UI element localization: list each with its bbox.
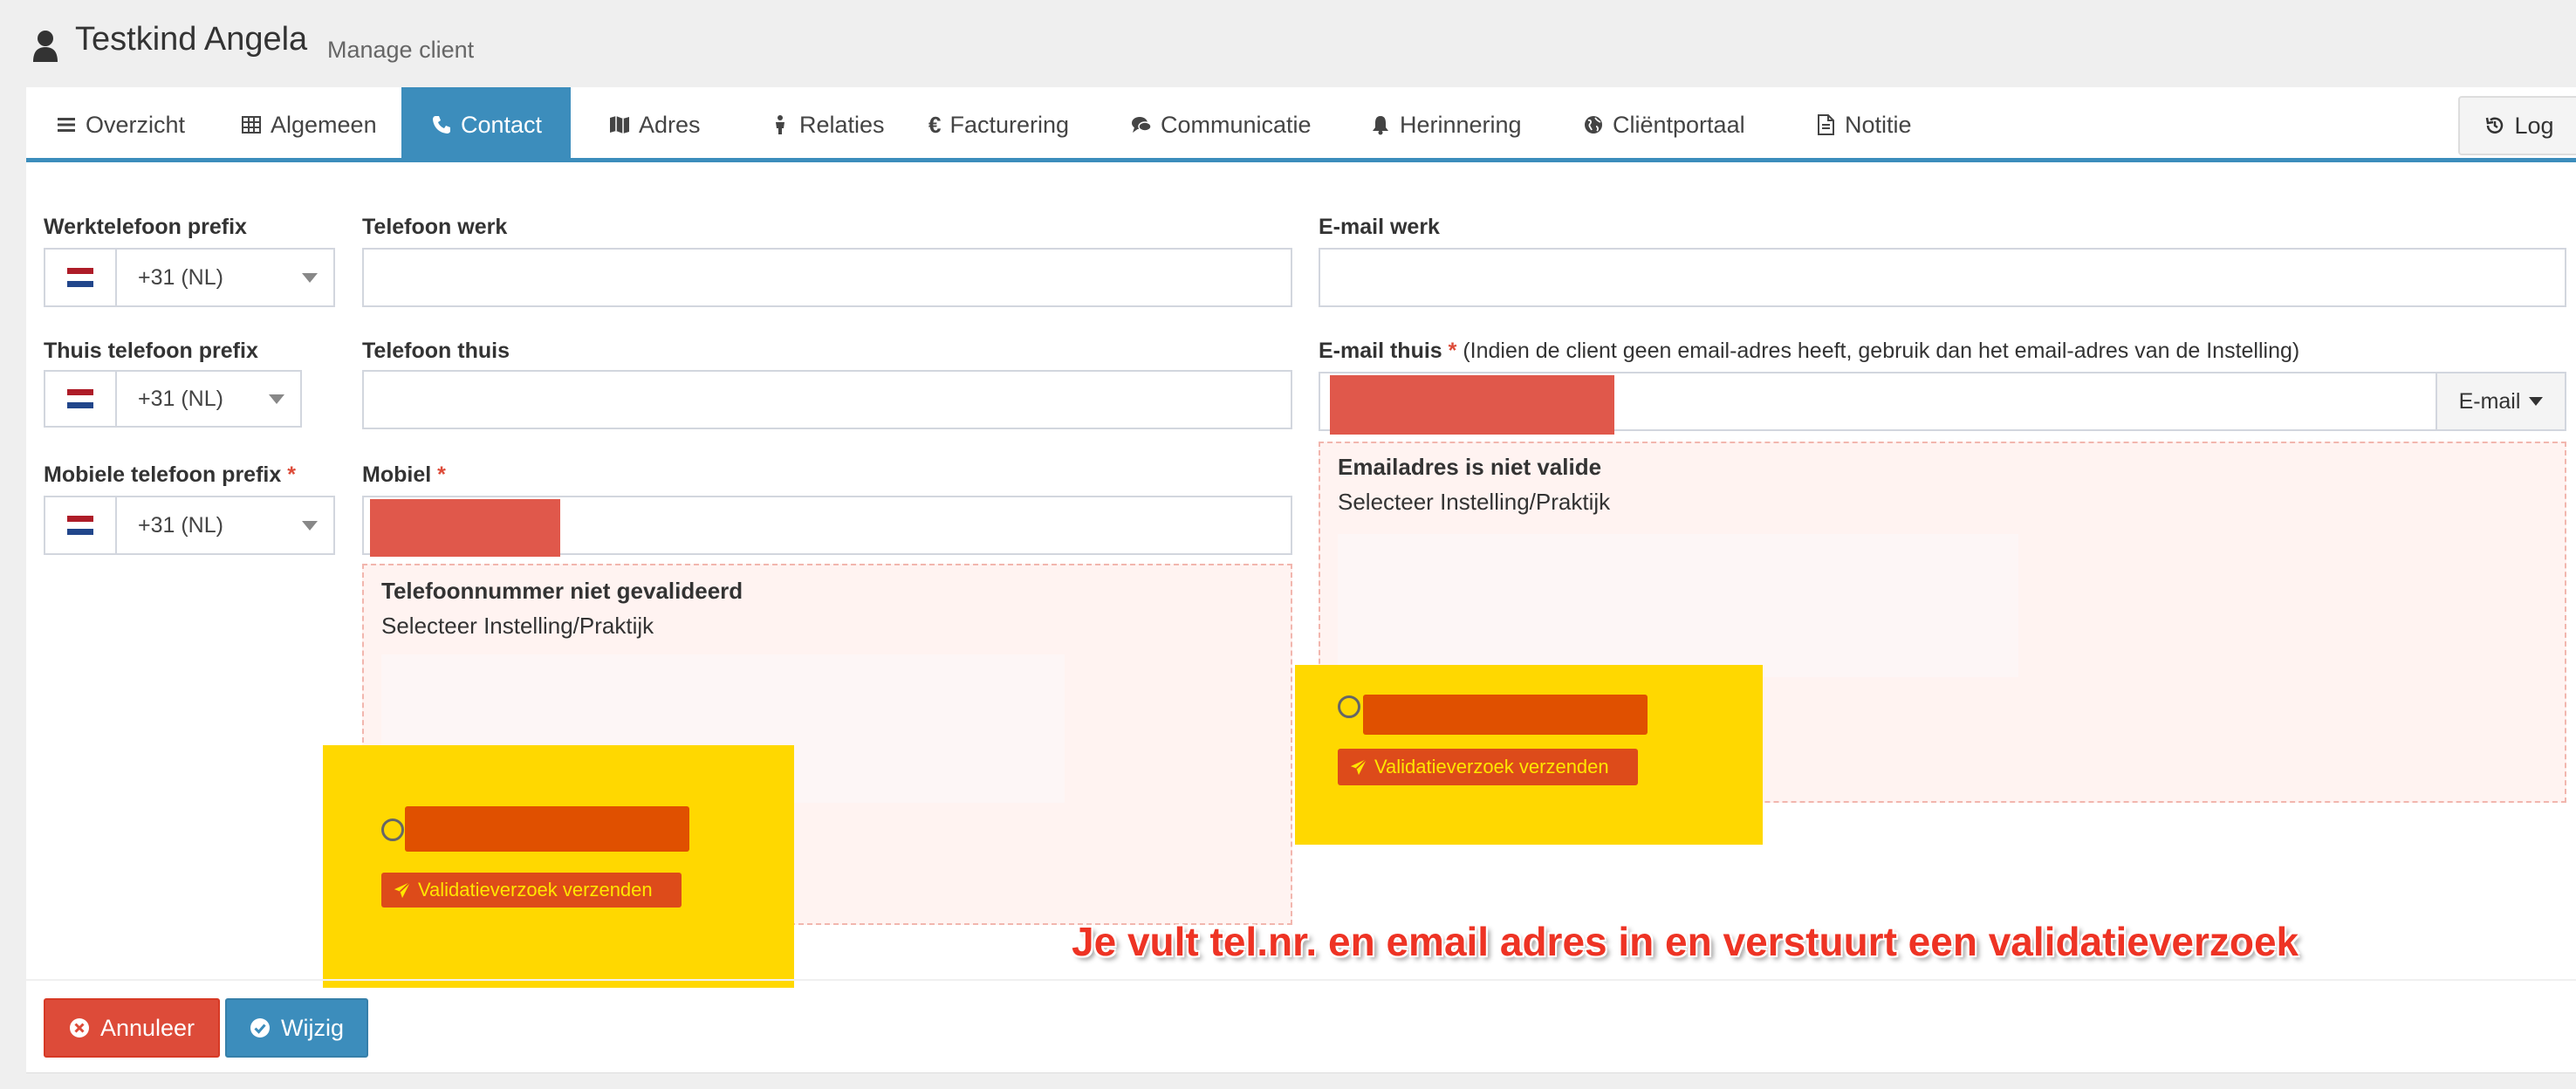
home-prefix-value: +31 (NL) — [138, 386, 223, 411]
tab-overzicht[interactable]: Overzicht — [42, 87, 225, 162]
home-prefix-select[interactable]: +31 (NL) — [44, 370, 302, 428]
tab-label: Notitie — [1845, 111, 1912, 138]
tab-herinnering[interactable]: Herinnering — [1356, 87, 1553, 162]
tab-label: Algemeen — [271, 111, 377, 138]
mobile-label: Mobiel * — [362, 462, 446, 487]
tab-contact[interactable]: Contact — [401, 87, 571, 162]
highlight-phone — [323, 745, 794, 988]
mobile-prefix-select[interactable]: +31 (NL) — [44, 496, 335, 555]
email-validation-subtitle: Selecteer Instelling/Praktijk — [1338, 489, 1611, 515]
document-icon — [1818, 114, 1834, 135]
email-work-label: E-mail werk — [1319, 215, 1440, 239]
email-home-label: E-mail thuis * (Indien de client geen em… — [1319, 339, 2300, 363]
institution-select[interactable] — [1338, 534, 2018, 677]
tab-adres[interactable]: Adres — [595, 87, 726, 162]
phone-work-label: Telefoon werk — [362, 215, 508, 239]
nl-flag-icon — [45, 497, 117, 553]
bell-icon — [1373, 116, 1388, 135]
user-icon — [33, 31, 58, 62]
redacted-institution — [405, 806, 689, 852]
tab-bar: Overzicht Algemeen Contact Adres Relatie… — [26, 87, 2576, 162]
tab-label: Facturering — [949, 111, 1070, 138]
nl-flag-icon — [45, 250, 117, 305]
phone-validation-title: Telefoonnummer niet gevalideerd — [381, 578, 743, 604]
home-prefix-label: Thuis telefoon prefix — [44, 339, 258, 363]
phone-validation-button-label: Validatieverzoek verzenden — [418, 879, 653, 901]
email-validation-button-label: Validatieverzoek verzenden — [1374, 756, 1609, 777]
tab-label: Relaties — [799, 111, 885, 138]
page-title: Testkind Angela — [75, 21, 308, 58]
log-button[interactable]: Log — [2458, 96, 2576, 155]
phone-validation-button[interactable]: Validatieverzoek verzenden — [381, 873, 682, 908]
redacted-mobile — [370, 499, 560, 557]
mobile-prefix-label: Mobiele telefoon prefix * — [44, 462, 296, 487]
tab-label: Contact — [461, 111, 543, 138]
tab-algemeen[interactable]: Algemeen — [227, 87, 424, 162]
cancel-button[interactable]: Annuleer — [44, 998, 220, 1058]
tab-label: Adres — [639, 111, 701, 138]
tab-label: Communicatie — [1161, 111, 1312, 138]
email-validation-button[interactable]: Validatieverzoek verzenden — [1338, 749, 1638, 785]
map-icon — [610, 116, 629, 134]
tab-label: Overzicht — [86, 111, 186, 138]
annotation-text: Je vult tel.nr. en email adres in en ver… — [1072, 919, 2299, 964]
redacted-email — [1330, 375, 1614, 435]
log-label: Log — [2514, 112, 2554, 139]
phone-radio[interactable] — [381, 818, 404, 841]
cancel-label: Annuleer — [99, 1014, 195, 1041]
list-icon — [58, 118, 75, 132]
email-validation-title: Emailadres is niet valide — [1338, 454, 1602, 480]
nl-flag-icon — [45, 372, 117, 426]
caret-down-icon — [302, 520, 318, 531]
phone-home-label: Telefoon thuis — [362, 339, 510, 363]
email-type-dropdown[interactable]: E-mail — [2436, 372, 2566, 431]
work-prefix-value: +31 (NL) — [138, 264, 223, 290]
paper-plane-icon — [1350, 758, 1367, 776]
phone-validation-subtitle: Selecteer Instelling/Praktijk — [381, 613, 654, 639]
footer-divider — [26, 979, 2576, 981]
caret-down-icon — [302, 272, 318, 283]
phone-icon — [433, 116, 450, 134]
tab-clientportaal[interactable]: Cliëntportaal — [1569, 87, 1778, 162]
email-radio[interactable] — [1338, 695, 1360, 718]
history-icon — [2486, 117, 2504, 134]
phone-work-input[interactable] — [362, 248, 1292, 307]
phone-home-input[interactable] — [362, 370, 1292, 429]
work-prefix-label: Werktelefoon prefix — [44, 215, 247, 239]
tab-notitie[interactable]: Notitie — [1801, 87, 1941, 162]
redacted-institution — [1363, 695, 1648, 735]
page-subtitle: Manage client — [327, 37, 475, 63]
times-circle-icon — [69, 1018, 89, 1038]
mobile-prefix-value: +31 (NL) — [138, 512, 223, 538]
email-work-input[interactable] — [1319, 248, 2566, 307]
email-addon-label: E-mail — [2458, 388, 2521, 414]
tab-relaties[interactable]: Relaties — [756, 87, 913, 162]
work-prefix-select[interactable]: +31 (NL) — [44, 248, 335, 307]
tab-label: Cliëntportaal — [1613, 111, 1745, 138]
table-icon — [242, 116, 261, 134]
tab-communicatie[interactable]: Communicatie — [1117, 87, 1353, 162]
euro-icon: € — [928, 111, 942, 138]
comments-icon — [1132, 117, 1152, 133]
save-label: Wijzig — [281, 1014, 344, 1041]
person-icon — [776, 115, 784, 134]
save-button[interactable]: Wijzig — [225, 998, 368, 1058]
check-circle-icon — [250, 1018, 270, 1038]
caret-down-icon — [269, 394, 284, 404]
tab-facturering[interactable]: € Facturering — [915, 87, 1101, 162]
tab-label: Herinnering — [1400, 111, 1522, 138]
caret-down-icon — [2529, 397, 2544, 406]
globe-icon — [1585, 116, 1602, 134]
paper-plane-icon — [394, 881, 411, 899]
